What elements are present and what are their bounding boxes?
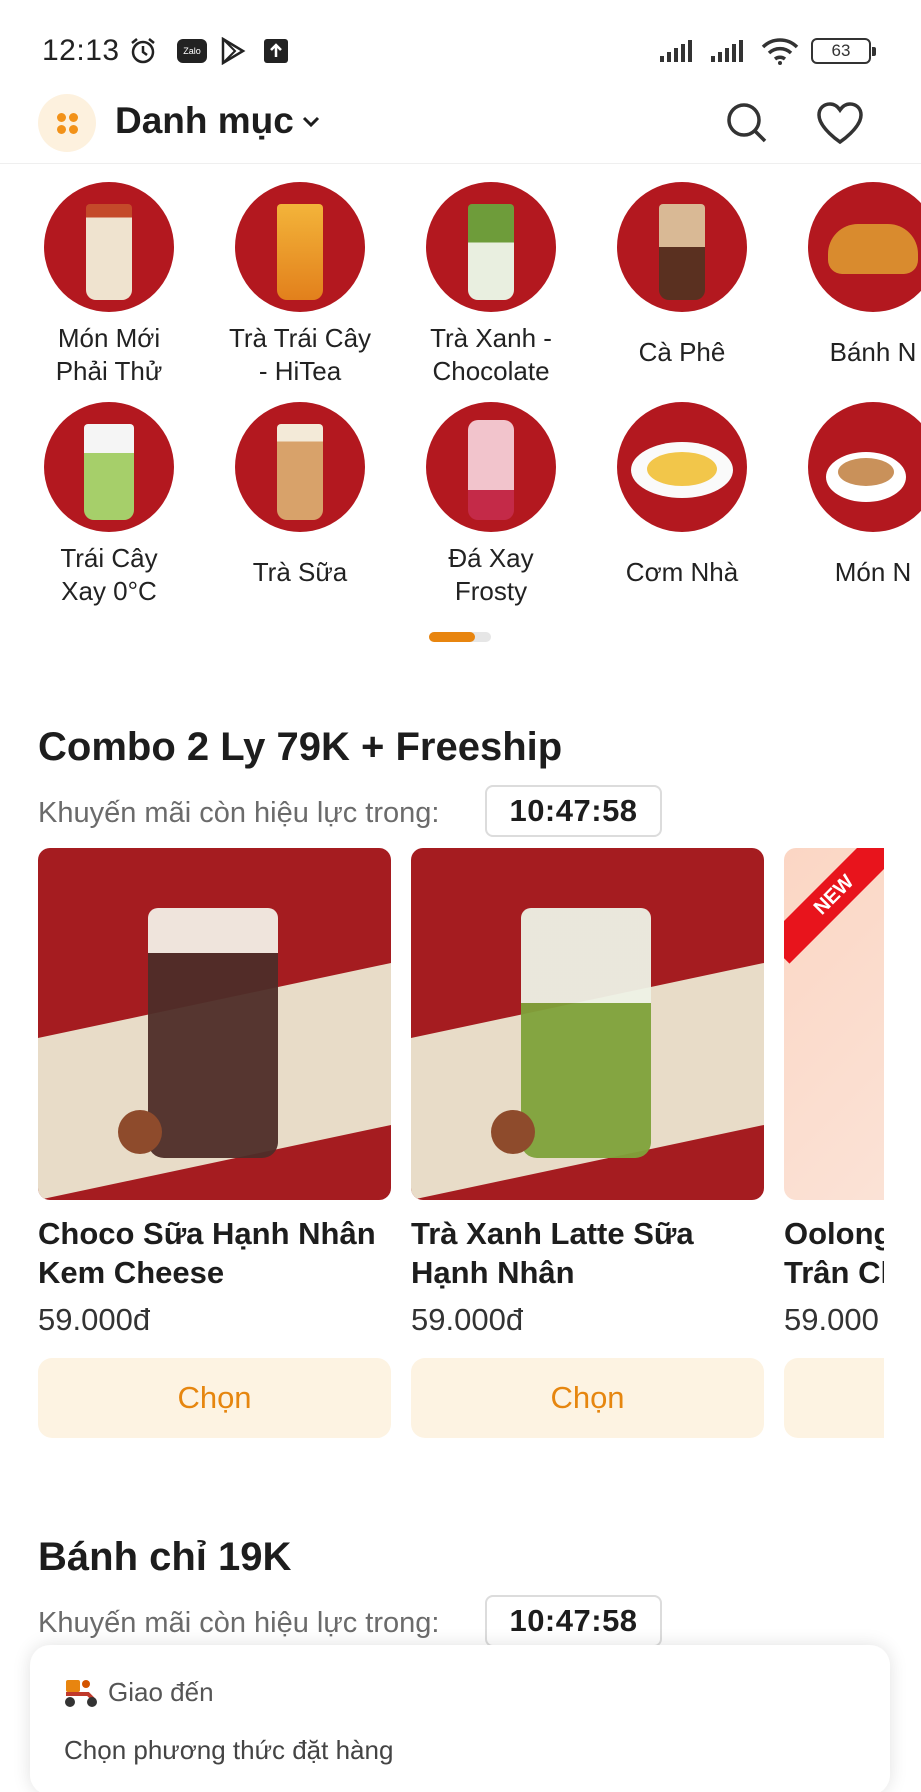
category-item-frosty[interactable]: Đá Xay Frosty	[396, 402, 586, 608]
countdown-label: Khuyến mãi còn hiệu lực trong:	[38, 1607, 440, 1639]
zalo-icon: Zalo	[176, 36, 208, 66]
category-image	[44, 402, 174, 532]
category-label: Đá Xay Frosty	[448, 543, 534, 606]
category-label: Trà Xanh - Chocolate	[430, 323, 552, 386]
category-image	[235, 402, 365, 532]
category-label: Bánh N	[829, 337, 917, 367]
product-name: Trà Xanh Latte Sữa Hạnh Nhân	[411, 1216, 694, 1290]
category-image	[426, 182, 556, 312]
choose-button[interactable]: Chọn	[411, 1358, 764, 1438]
category-item-coffee[interactable]: Cà Phê	[587, 182, 777, 369]
chevron-down-icon	[302, 116, 319, 128]
choose-button[interactable]: Chọn	[38, 1358, 391, 1438]
category-label: Món N	[834, 557, 912, 587]
signal-icon-2	[708, 36, 750, 66]
category-menu-icon[interactable]	[38, 94, 96, 152]
category-label: Trà Sữa	[252, 557, 348, 587]
search-icon	[727, 103, 767, 143]
heart-icon	[817, 102, 863, 145]
category-item-new[interactable]: Món Mới Phải Thử	[14, 182, 204, 388]
page-title: Danh mục	[115, 100, 294, 141]
product-price: 59.000	[784, 1302, 879, 1337]
app-screen: 12:13 Zalo 63 Danh mục Món Mới Phải Thử …	[0, 0, 921, 1792]
category-image	[808, 182, 921, 312]
product-image: NEW	[784, 848, 884, 1200]
product-price: 59.000đ	[411, 1302, 524, 1337]
product-carousel: Choco Sữa Hạnh Nhân Kem Cheese 59.000đ C…	[0, 848, 884, 1448]
search-button[interactable]	[720, 96, 774, 150]
alarm-icon	[128, 36, 158, 66]
category-label: Trái Cây Xay 0°C	[60, 543, 158, 606]
category-label: Cà Phê	[638, 337, 726, 367]
battery-indicator: 63	[811, 38, 876, 64]
delivery-title: Giao đến	[108, 1677, 214, 1707]
category-item-rice[interactable]: Cơm Nhà	[587, 402, 777, 589]
product-image	[411, 848, 764, 1200]
countdown-label: Khuyến mãi còn hiệu lực trong:	[38, 797, 440, 829]
category-item-green-tea[interactable]: Trà Xanh - Chocolate	[396, 182, 586, 388]
countdown-timer: 10:47:58	[485, 1595, 662, 1647]
product-card[interactable]: Choco Sữa Hạnh Nhân Kem Cheese 59.000đ C…	[38, 848, 391, 1438]
category-item-smoothie[interactable]: Trái Cây Xay 0°C	[14, 402, 204, 608]
category-label: Món Mới Phải Thử	[55, 323, 163, 386]
wifi-icon	[760, 36, 800, 66]
countdown-timer: 10:47:58	[485, 785, 662, 837]
product-card[interactable]: NEW Oolong Trân Ch 59.000	[784, 848, 884, 1438]
category-item-bakery[interactable]: Bánh N	[778, 182, 921, 369]
category-item-milk-tea[interactable]: Trà Sữa	[205, 402, 395, 589]
product-price: 59.000đ	[38, 1302, 151, 1337]
category-label: Trà Trái Cây - HiTea	[228, 323, 372, 386]
delivery-scooter-icon	[65, 1679, 97, 1707]
section-title: Combo 2 Ly 79K + Freeship	[38, 725, 563, 769]
category-pager	[429, 632, 491, 642]
new-badge: NEW	[784, 848, 884, 964]
top-header: Danh mục	[0, 92, 921, 164]
category-label: Cơm Nhà	[625, 557, 739, 587]
upload-icon	[262, 36, 290, 66]
zalo-badge-text: Zalo	[177, 39, 207, 63]
status-time: 12:13	[42, 34, 120, 67]
product-image	[38, 848, 391, 1200]
product-card[interactable]: Trà Xanh Latte Sữa Hạnh Nhân 59.000đ Chọ…	[411, 848, 764, 1438]
category-image	[808, 402, 921, 532]
product-name: Oolong Trân Ch	[784, 1216, 884, 1290]
category-grid: Món Mới Phải Thử Trà Trái Cây - HiTea Tr…	[0, 170, 921, 660]
category-image	[617, 182, 747, 312]
category-item-fruit-tea[interactable]: Trà Trái Cây - HiTea	[205, 182, 395, 388]
category-item-more[interactable]: Món N	[778, 402, 921, 589]
status-bar: 12:13 Zalo 63	[0, 0, 921, 92]
category-image	[426, 402, 556, 532]
choose-button[interactable]	[784, 1358, 884, 1438]
section-title: Bánh chỉ 19K	[38, 1535, 292, 1579]
favorites-button[interactable]	[813, 96, 867, 150]
delivery-method-card[interactable]: Giao đến Chọn phương thức đặt hàng	[30, 1645, 890, 1792]
category-image	[617, 402, 747, 532]
category-dropdown[interactable]: Danh mục	[115, 100, 322, 142]
category-image	[44, 182, 174, 312]
product-name: Choco Sữa Hạnh Nhân Kem Cheese	[38, 1216, 376, 1290]
delivery-header: Giao đến	[62, 1677, 214, 1708]
signal-icon-1	[657, 36, 699, 66]
category-image	[235, 182, 365, 312]
play-store-icon	[218, 36, 248, 66]
delivery-subtitle: Chọn phương thức đặt hàng	[64, 1735, 394, 1765]
